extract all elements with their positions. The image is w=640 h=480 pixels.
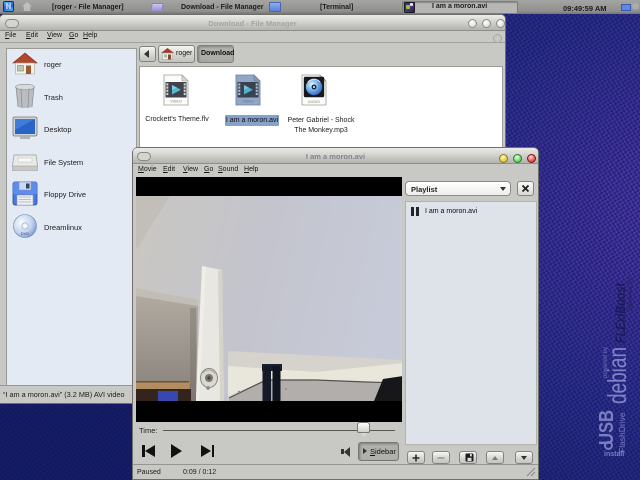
svg-text:AUDIO: AUDIO — [308, 100, 320, 104]
svg-text:DVD: DVD — [21, 231, 30, 236]
svg-text:VIDEO: VIDEO — [170, 100, 182, 104]
svg-text:VIDEO: VIDEO — [242, 100, 254, 104]
